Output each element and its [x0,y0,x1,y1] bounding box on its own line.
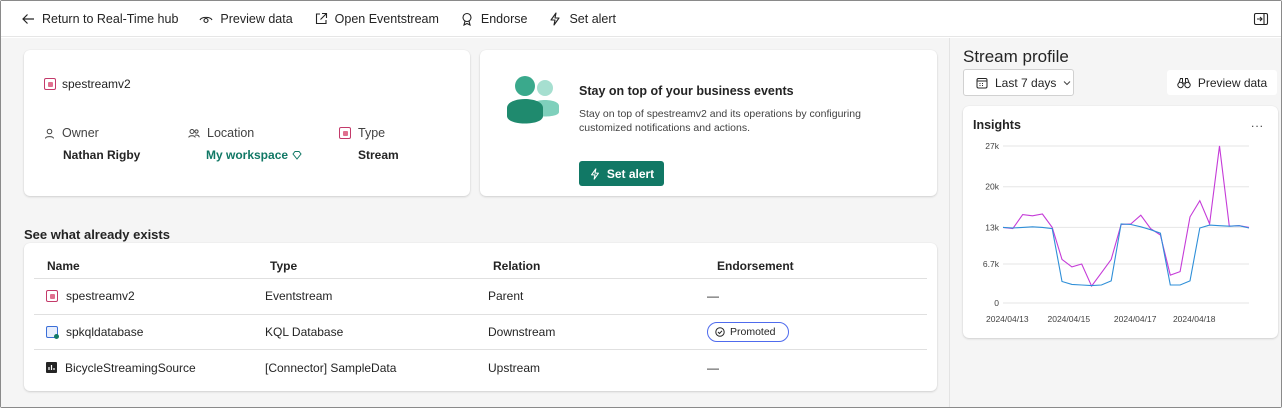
eventstream-icon [44,78,56,90]
insights-card: Insights ... 27k 20k 13k 6.7k 0 2024/04/13 202… [963,106,1278,338]
details-card: spestreamv2 Owner Nathan Rigby Location … [24,50,470,196]
open-eventstream-button[interactable]: Open Eventstream [314,5,439,33]
time-range-dropdown[interactable]: Last 7 days [963,69,1074,96]
return-label: Return to Real-Time hub [42,11,179,26]
people-icon [188,128,200,138]
insights-chart: 27k 20k 13k 6.7k 0 2024/04/13 2024/04/15 2024/0… [983,141,1250,324]
row-endorsement: — [707,289,719,304]
alert-card-button-label: Set alert [606,166,655,181]
person-icon [45,128,54,139]
open-eventstream-label: Open Eventstream [334,11,439,26]
chevron-down-icon [1064,80,1071,85]
x-tick-label: 2024/04/13 [986,314,1029,324]
check-circle-icon [715,327,725,337]
toolbar: Return to Real-Time hub Preview data Ope… [1,1,1281,37]
table-header: Name Type Relation Endorsement [34,253,927,279]
row-name[interactable]: spkqldatabase [66,325,143,339]
more-options-button[interactable]: ... [1251,116,1264,130]
y-tick-label: 0 [994,298,999,308]
x-tick-label: 2024/04/17 [1114,314,1157,324]
return-button[interactable]: Return to Real-Time hub [21,5,178,33]
row-relation: Parent [488,289,524,304]
item-name: spestreamv2 [44,77,131,91]
series-line-2 [1002,223,1250,287]
main-content: spestreamv2 Owner Nathan Rigby Location … [1,38,949,407]
eventstream-icon [46,290,58,303]
table-row[interactable]: BicycleStreamingSource [Connector] Sampl… [34,350,927,386]
y-tick-label: 13k [985,222,999,232]
profile-preview-label: Preview data [1197,75,1268,90]
owner-label: Owner [62,126,99,140]
existing-items-table: Name Type Relation Endorsement spestream… [34,253,927,386]
row-endorsement: — [707,360,719,375]
stream-profile-panel: Stream profile Last 7 days Preview data … [949,38,1281,407]
binoculars-icon [1177,77,1191,88]
x-tick-label: 2024/04/18 [1173,314,1216,324]
x-tick-label: 2024/04/15 [1048,314,1091,324]
table-row[interactable]: spestreamv2 Eventstream Parent — [34,279,927,315]
row-name[interactable]: spestreamv2 [66,289,135,303]
owner-field: Owner Nathan Rigby [44,126,140,162]
location-link[interactable]: My workspace [206,148,302,162]
eye-icon [199,16,213,23]
row-type: Eventstream [265,289,333,304]
open-external-icon [315,12,327,24]
col-header-type[interactable]: Type [257,259,480,273]
col-header-endorsement[interactable]: Endorsement [703,259,927,273]
endorse-button[interactable]: Endorse [460,5,528,33]
arrow-left-icon [22,13,34,24]
row-type: [Connector] SampleData [265,360,397,375]
collapse-panel-icon[interactable] [1253,11,1269,27]
time-range-value: Last 7 days [995,75,1057,90]
stream-profile-title: Stream profile [963,47,1069,66]
ribbon-icon [462,12,472,26]
row-relation: Downstream [488,324,556,339]
profile-preview-button[interactable]: Preview data [1167,70,1277,95]
promoted-badge: Promoted [707,321,789,342]
existing-items-card: Name Type Relation Endorsement spestream… [24,243,937,391]
location-value: My workspace [206,148,289,162]
row-relation: Upstream [488,360,541,375]
location-field: Location My workspace [188,126,302,162]
alert-card-set-alert-button[interactable]: Set alert [579,161,664,186]
calendar-icon [976,77,988,88]
insights-title: Insights [973,118,1021,132]
stream-type-icon [339,127,351,139]
series-line-1 [1002,145,1250,288]
y-tick-label: 6.7k [983,259,1000,269]
set-alert-button[interactable]: Set alert [548,5,616,33]
owner-value: Nathan Rigby [63,148,141,162]
row-type: KQL Database [265,324,344,339]
item-name-label: spestreamv2 [62,77,131,91]
alert-card: Stay on top of your business events Stay… [480,50,937,196]
lightning-icon [550,11,561,26]
y-tick-label: 27k [985,141,999,151]
section-title: See what already exists [24,227,170,242]
endorse-label: Endorse [480,11,528,26]
row-name[interactable]: BicycleStreamingSource [65,361,196,375]
set-alert-label: Set alert [569,11,617,26]
lightning-icon [590,167,599,180]
people-illustration-icon [507,76,559,124]
type-label: Type [358,126,386,140]
preview-label: Preview data [220,11,293,26]
type-field: Type Stream [339,126,399,162]
badge-label: Promoted [730,325,776,338]
preview-data-button[interactable]: Preview data [199,5,293,33]
connector-icon [46,362,57,374]
y-tick-label: 20k [985,182,999,192]
col-header-relation[interactable]: Relation [480,259,703,273]
diamond-icon [292,151,302,160]
type-value: Stream [358,148,399,162]
kql-database-icon [46,325,59,339]
alert-card-description: Stay on top of spestreamv2 and its opera… [579,108,861,134]
table-row[interactable]: spkqldatabase KQL Database Downstream Pr… [34,315,927,350]
col-header-name[interactable]: Name [34,259,257,273]
location-label: Location [207,126,255,140]
alert-card-title: Stay on top of your business events [579,84,794,98]
